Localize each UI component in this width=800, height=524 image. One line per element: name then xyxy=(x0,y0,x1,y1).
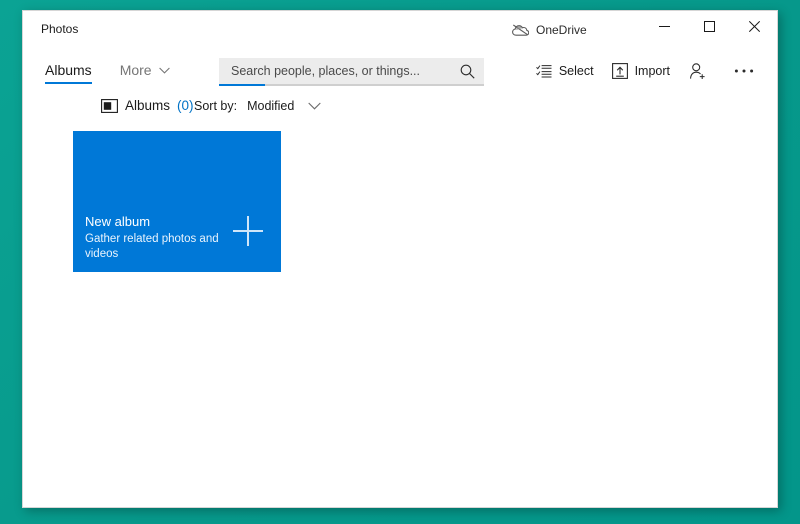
tab-more[interactable]: More xyxy=(106,49,184,91)
tab-albums[interactable]: Albums xyxy=(31,49,106,91)
tab-albums-underline xyxy=(45,82,92,84)
import-icon xyxy=(611,63,628,79)
title-bar: Photos OneDrive xyxy=(23,11,777,49)
select-button[interactable]: Select xyxy=(527,55,603,87)
import-button-label: Import xyxy=(634,64,670,78)
albums-grid: New album Gather related photos and vide… xyxy=(23,125,777,272)
command-bar: Select Import xyxy=(527,55,771,87)
app-title: Photos xyxy=(41,22,79,36)
search-box[interactable] xyxy=(219,58,484,84)
minimize-button[interactable] xyxy=(642,11,687,42)
new-album-tile[interactable]: New album Gather related photos and vide… xyxy=(73,131,281,272)
search-underline xyxy=(219,84,484,86)
add-person-icon xyxy=(689,62,707,80)
close-button[interactable] xyxy=(732,11,777,42)
new-album-subtitle: Gather related photos and videos xyxy=(85,233,219,260)
search-underline-accent xyxy=(219,84,265,86)
desktop-background: Photos OneDrive Albums More Search peopl… xyxy=(0,0,800,524)
onedrive-cloud-icon xyxy=(512,24,529,37)
sort-by-value: Modified xyxy=(247,98,295,113)
new-album-text: New album Gather related photos and vide… xyxy=(85,213,230,262)
albums-heading-group: Albums (0) xyxy=(101,93,194,119)
select-button-label: Select xyxy=(558,64,594,78)
photos-app-window: Photos OneDrive Albums More Search peopl… xyxy=(22,10,778,508)
onedrive-label: OneDrive xyxy=(536,23,587,37)
tab-list: Albums More xyxy=(31,49,184,91)
search-icon[interactable] xyxy=(450,58,484,84)
search-input[interactable] xyxy=(219,64,450,78)
albums-icon xyxy=(101,99,118,113)
add-person-button[interactable] xyxy=(679,55,724,87)
import-button[interactable]: Import xyxy=(603,55,679,87)
plus-icon xyxy=(233,216,263,246)
albums-heading-label: Albums xyxy=(125,98,171,113)
tab-more-label: More xyxy=(119,62,152,78)
new-album-title: New album xyxy=(85,214,151,229)
sub-header: Albums (0) Sort by: Modified xyxy=(23,93,777,125)
nav-command-bar: Albums More Search people, places, or th… xyxy=(23,49,777,91)
tab-albums-label: Albums xyxy=(45,62,92,78)
sort-by-group: Sort by: Modified xyxy=(194,93,323,119)
chevron-down-icon xyxy=(308,102,322,110)
select-checklist-icon xyxy=(535,64,552,79)
more-ellipsis-icon xyxy=(734,68,754,74)
maximize-button[interactable] xyxy=(687,11,732,42)
sort-by-dropdown[interactable]: Modified xyxy=(245,93,323,119)
albums-count: (0) xyxy=(177,98,194,113)
window-caption-buttons xyxy=(642,11,777,42)
onedrive-status-button[interactable]: OneDrive xyxy=(506,19,593,41)
more-options-button[interactable] xyxy=(724,55,771,87)
sort-by-label: Sort by: xyxy=(194,98,238,113)
chevron-down-icon xyxy=(158,67,170,74)
